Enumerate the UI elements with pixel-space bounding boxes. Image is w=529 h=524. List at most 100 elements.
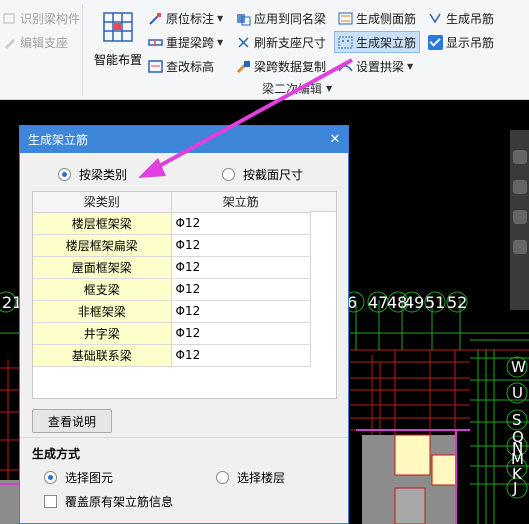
rebar-value-cell[interactable]: Φ12 (171, 256, 311, 279)
column-header-erection-rebar: 架立筋 (171, 192, 311, 213)
beam-type-cell: 屋面框架梁 (33, 256, 172, 279)
cad-axis-letter: J (512, 479, 517, 497)
span-copy-button[interactable]: 梁跨数据复制 (236, 56, 326, 76)
chevron-down-icon: ▼ (217, 37, 224, 47)
radio-unselected-icon (222, 168, 235, 181)
radio-selected-icon (58, 168, 71, 181)
gen-side-rebar-button[interactable]: 生成侧面筋 (338, 8, 416, 28)
edit-icon (2, 35, 17, 50)
cad-axis-letter: W (511, 358, 526, 376)
radio-by-section-size[interactable]: 按截面尺寸 (222, 166, 303, 183)
beam-type-cell: 井字梁 (33, 322, 172, 345)
side-rebar-icon (338, 11, 353, 26)
radio-select-floor[interactable]: 选择楼层 (216, 469, 285, 486)
chevron-down-icon: ▼ (407, 61, 414, 71)
inplace-annotation-label: 原位标注 (166, 11, 215, 26)
gen-hanger-label: 生成吊筋 (446, 11, 495, 26)
beam-edit-group-label[interactable]: 梁二次编辑 ▼ (262, 80, 332, 97)
rebar-value-cell[interactable]: Φ12 (171, 234, 311, 257)
radio-unselected-icon (216, 471, 229, 484)
identify-icon (2, 11, 17, 26)
radio-by-section-size-label: 按截面尺寸 (243, 168, 304, 182)
gen-erection-rebar-button[interactable]: 生成架立筋 (334, 31, 421, 53)
checkbox-checked-icon (428, 34, 443, 50)
copy-icon (236, 59, 251, 74)
radio-selected-icon (44, 471, 57, 484)
dialog-titlebar[interactable]: 生成架立筋 ✕ (20, 126, 348, 153)
table-row[interactable]: 井字梁 Φ12 (33, 322, 311, 345)
ribbon-toolbar: 识别梁构件 编辑支座 智能布置 原位标注 ▼ 重提梁跨 ▼ 查改标高 应用到同名… (0, 0, 529, 100)
cad-axis-letter: S (512, 411, 522, 429)
reextract-span-label: 重提梁跨 (166, 35, 215, 50)
rebar-value-cell[interactable]: Φ12 (171, 300, 311, 323)
beam-type-cell: 非框架梁 (33, 300, 172, 323)
cad-label: 52 (447, 293, 467, 312)
overwrite-checkbox[interactable]: 覆盖原有架立筋信息 (44, 493, 173, 510)
refresh-support-button[interactable]: 刷新支座尺寸 (236, 32, 326, 52)
gen-erection-rebar-label: 生成架立筋 (356, 35, 417, 50)
table-row[interactable]: 框支梁 Φ12 (33, 278, 311, 301)
radio-select-element[interactable]: 选择图元 (44, 469, 113, 486)
table-row[interactable]: 楼层框架梁 Φ12 (33, 212, 311, 235)
show-hanger-toggle[interactable]: 显示吊筋 (428, 32, 494, 52)
rebar-value-cell[interactable]: Φ12 (171, 344, 311, 367)
refresh-support-label: 刷新支座尺寸 (254, 35, 327, 50)
cad-label: 51 (425, 293, 445, 312)
generate-erection-rebar-dialog: 生成架立筋 ✕ 按梁类别 按截面尺寸 梁类别 架立筋 楼层框架梁 Φ12 楼层框… (19, 125, 349, 524)
inplace-annotation-button[interactable]: 原位标注 ▼ (148, 8, 223, 28)
set-arch-beam-button[interactable]: 设置拱梁 ▼ (338, 56, 413, 76)
radio-select-floor-label: 选择楼层 (237, 471, 286, 485)
arch-icon (338, 59, 353, 74)
cad-label: 49 (404, 293, 424, 312)
group-label-text: 梁二次编辑 (262, 82, 323, 96)
span-icon (148, 35, 163, 50)
rebar-value-cell[interactable]: Φ12 (171, 212, 311, 235)
table-row[interactable]: 屋面框架梁 Φ12 (33, 256, 311, 279)
cad-axis-letter: U (512, 384, 523, 402)
erection-rebar-icon (338, 35, 353, 50)
elevation-icon (148, 59, 163, 74)
beam-type-cell: 楼层框架扁梁 (33, 234, 172, 257)
smart-layout-button[interactable]: 智能布置 (92, 10, 144, 70)
generate-method-title: 生成方式 (32, 447, 81, 461)
apply-same-name-button[interactable]: 应用到同名梁 (236, 8, 326, 28)
identify-beam-label: 识别梁构件 (20, 11, 81, 26)
annotation-icon (148, 11, 163, 26)
gen-side-rebar-label: 生成侧面筋 (356, 11, 417, 26)
show-hanger-label: 显示吊筋 (446, 35, 495, 50)
edit-support-button: 编辑支座 (2, 32, 68, 52)
view-help-button[interactable]: 查看说明 (32, 409, 112, 433)
column-header-beam-type: 梁类别 (33, 192, 172, 213)
radio-select-element-label: 选择图元 (65, 471, 114, 485)
span-copy-label: 梁跨数据复制 (254, 59, 327, 74)
table-header-filler (310, 192, 336, 212)
check-elevation-label: 查改标高 (166, 59, 215, 74)
table-row[interactable]: 非框架梁 Φ12 (33, 300, 311, 323)
chevron-down-icon: ▼ (217, 13, 224, 23)
gen-hanger-button[interactable]: 生成吊筋 (428, 8, 494, 28)
grid-layout-icon (101, 12, 135, 47)
refresh-icon (236, 35, 251, 50)
edit-support-label: 编辑支座 (20, 35, 69, 50)
checkbox-unchecked-icon (44, 495, 57, 508)
set-arch-beam-label: 设置拱梁 (356, 59, 405, 74)
table-row[interactable]: 楼层框架扁梁 Φ12 (33, 234, 311, 257)
beam-type-cell: 基础联系梁 (33, 344, 172, 367)
reextract-span-button[interactable]: 重提梁跨 ▼ (148, 32, 223, 52)
overwrite-checkbox-label: 覆盖原有架立筋信息 (65, 495, 174, 509)
rebar-value-cell[interactable]: Φ12 (171, 322, 311, 345)
separator (82, 4, 83, 96)
radio-by-beam-type-label: 按梁类别 (79, 168, 128, 182)
cad-label: 47 (368, 293, 388, 312)
check-elevation-button[interactable]: 查改标高 (148, 56, 214, 76)
apply-same-name-label: 应用到同名梁 (254, 11, 327, 26)
hanger-icon (428, 11, 443, 26)
table-row[interactable]: 基础联系梁 Φ12 (33, 344, 311, 367)
rebar-value-cell[interactable]: Φ12 (171, 278, 311, 301)
radio-by-beam-type[interactable]: 按梁类别 (58, 166, 127, 183)
close-icon[interactable]: ✕ (322, 132, 348, 147)
divider (20, 437, 348, 438)
beam-type-cell: 框支梁 (33, 278, 172, 301)
identify-beam-button: 识别梁构件 (2, 8, 80, 28)
smart-layout-label: 智能布置 (93, 53, 142, 67)
